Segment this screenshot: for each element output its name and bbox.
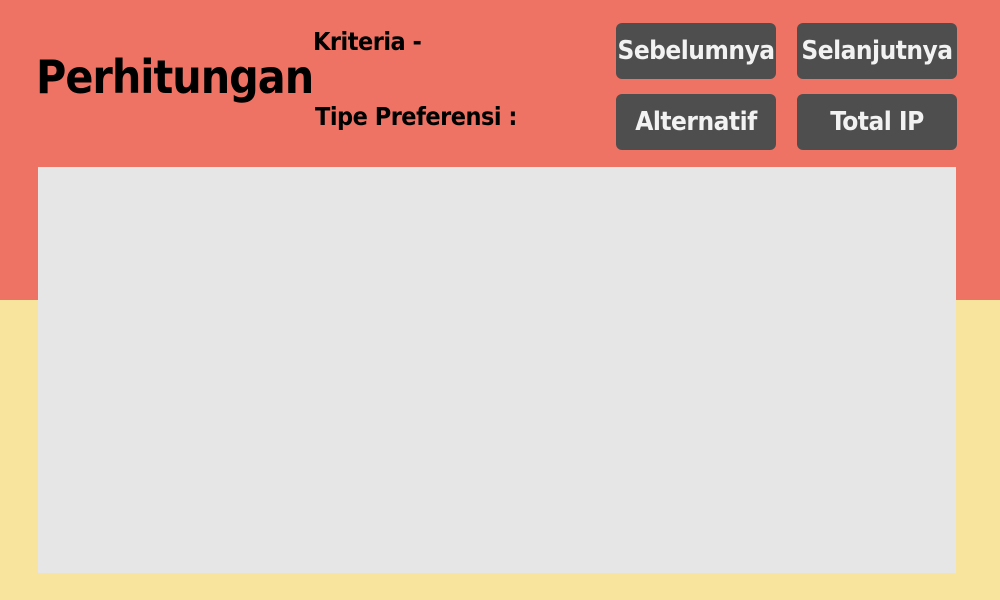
next-button[interactable]: Selanjutnya bbox=[797, 23, 957, 79]
alternative-button[interactable]: Alternatif bbox=[616, 94, 776, 150]
content-panel bbox=[38, 167, 956, 573]
previous-button[interactable]: Sebelumnya bbox=[616, 23, 776, 79]
total-ip-button[interactable]: Total IP bbox=[797, 94, 957, 150]
page-title: Perhitungan bbox=[36, 50, 314, 104]
criteria-label: Kriteria - bbox=[313, 27, 422, 56]
preference-type-label: Tipe Preferensi : bbox=[315, 102, 517, 131]
